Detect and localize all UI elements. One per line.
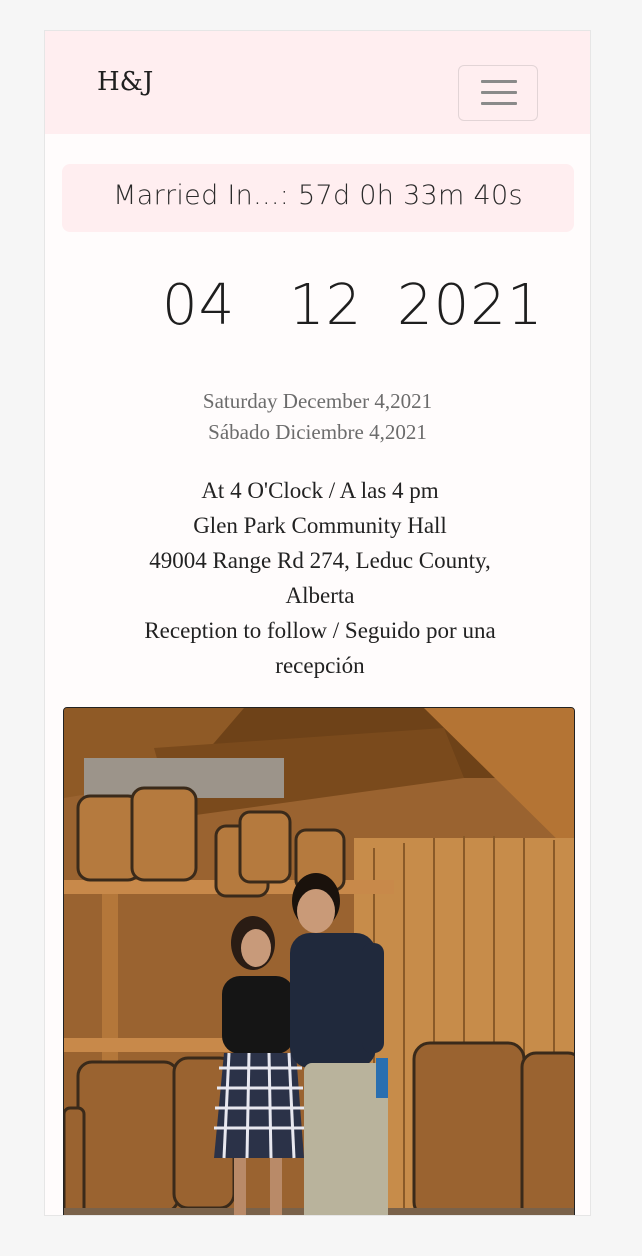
- date-spanish: Sábado Diciembre 4,2021: [208, 420, 427, 444]
- event-venue: Glen Park Community Hall: [193, 513, 447, 538]
- date-year: 2021: [397, 273, 544, 338]
- date-month: 12: [289, 273, 363, 338]
- event-reception-line1: Reception to follow / Seguido por una: [144, 618, 496, 643]
- date-day: 04: [162, 273, 236, 338]
- event-address-line2: Alberta: [285, 583, 355, 608]
- page-container: H&J Married In...: 57d 0h 33m 40s 04 12 …: [44, 30, 591, 1216]
- hamburger-menu-icon: [481, 80, 517, 83]
- date-english: Saturday December 4,2021: [202, 389, 433, 413]
- couple-photo: [63, 707, 575, 1215]
- brand-logo[interactable]: H&J: [97, 67, 153, 97]
- navbar: H&J: [45, 31, 590, 134]
- event-reception-line2: recepción: [275, 653, 365, 678]
- hamburger-menu-icon-line: [481, 102, 517, 105]
- menu-toggle-button[interactable]: [458, 65, 538, 121]
- event-details: At 4 O'Clock / A las 4 pm Glen Park Comm…: [115, 473, 525, 683]
- hamburger-menu-icon-line: [481, 91, 517, 94]
- event-time: At 4 O'Clock / A las 4 pm: [201, 478, 439, 503]
- countdown-banner: Married In...: 57d 0h 33m 40s: [62, 164, 574, 232]
- photo-illustration: [64, 708, 574, 1215]
- event-address-line1: 49004 Range Rd 274, Leduc County,: [149, 548, 491, 573]
